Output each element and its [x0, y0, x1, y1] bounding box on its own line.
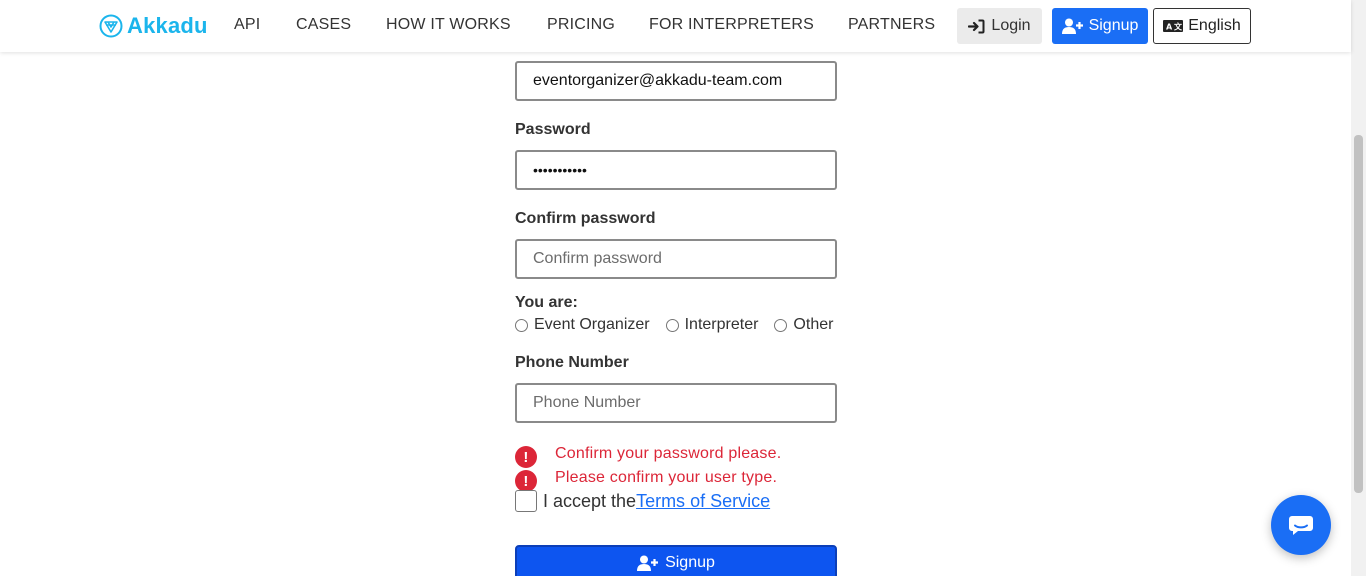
terms-of-service-link[interactable]: Terms of Service — [636, 491, 770, 512]
error-icon: ! — [515, 470, 537, 492]
radio-interpreter[interactable]: Interpreter — [665, 316, 759, 334]
radio-other-input[interactable] — [774, 318, 788, 332]
signup-page: Akkadu API CASES HOW IT WORKS PRICING FO… — [0, 0, 1366, 576]
signup-submit-label: Signup — [665, 554, 715, 571]
phone-field[interactable] — [515, 383, 837, 423]
error-user-type-text: Please confirm your user type. — [555, 469, 778, 486]
user-plus-icon — [1061, 18, 1083, 34]
terms-checkbox[interactable] — [515, 490, 537, 512]
password-field[interactable] — [515, 150, 837, 190]
signup-nav-button[interactable]: Signup — [1052, 8, 1148, 44]
top-navbar: Akkadu API CASES HOW IT WORKS PRICING FO… — [0, 0, 1351, 52]
user-plus-icon — [637, 555, 659, 571]
nav-link-api[interactable]: API — [234, 16, 260, 34]
password-label: Password — [515, 121, 591, 138]
error-user-type: ! Please confirm your user type. — [515, 464, 777, 492]
terms-row: I accept the Terms of Service — [515, 490, 770, 512]
radio-other-label: Other — [793, 316, 834, 333]
email-field[interactable] — [515, 61, 837, 101]
chat-icon — [1289, 516, 1313, 535]
radio-event-organizer[interactable]: Event Organizer — [514, 316, 650, 334]
page-scrollbar[interactable] — [1351, 0, 1366, 576]
signup-submit-button[interactable]: Signup — [515, 545, 837, 576]
terms-prefix: I accept the — [543, 490, 637, 511]
radio-other[interactable]: Other — [773, 316, 833, 334]
nav-link-how-it-works[interactable]: HOW IT WORKS — [386, 16, 511, 34]
user-type-radio-group: Event Organizer Interpreter Other — [514, 316, 848, 334]
user-type-label: You are: — [515, 294, 578, 311]
confirm-password-label: Confirm password — [515, 210, 656, 227]
confirm-password-field[interactable] — [515, 239, 837, 279]
svg-text:A: A — [1166, 23, 1173, 32]
radio-event-organizer-label: Event Organizer — [534, 316, 650, 333]
nav-link-for-interpreters[interactable]: FOR INTERPRETERS — [649, 16, 814, 34]
signup-nav-label: Signup — [1088, 17, 1139, 34]
translate-icon: A 文 — [1163, 20, 1184, 32]
brand-name: Akkadu — [127, 13, 208, 38]
error-confirm-password-text: Confirm your password please. — [555, 445, 782, 462]
radio-event-organizer-input[interactable] — [515, 318, 528, 332]
svg-text:文: 文 — [1174, 22, 1183, 32]
phone-label: Phone Number — [515, 354, 629, 371]
scrollbar-thumb[interactable] — [1354, 135, 1363, 493]
radio-interpreter-label: Interpreter — [684, 316, 759, 333]
nav-link-cases[interactable]: CASES — [296, 16, 351, 34]
akkadu-logo[interactable]: Akkadu — [99, 12, 208, 40]
chat-widget-button[interactable] — [1271, 495, 1331, 555]
radio-interpreter-input[interactable] — [665, 318, 679, 332]
login-icon — [968, 19, 985, 33]
nav-link-partners[interactable]: PARTNERS — [848, 16, 935, 34]
language-label: English — [1188, 17, 1241, 34]
akkadu-logo-icon — [99, 14, 123, 38]
nav-link-pricing[interactable]: PRICING — [547, 16, 615, 34]
language-selector[interactable]: A 文 English — [1153, 8, 1251, 44]
login-label: Login — [991, 17, 1031, 34]
login-button[interactable]: Login — [957, 8, 1042, 44]
